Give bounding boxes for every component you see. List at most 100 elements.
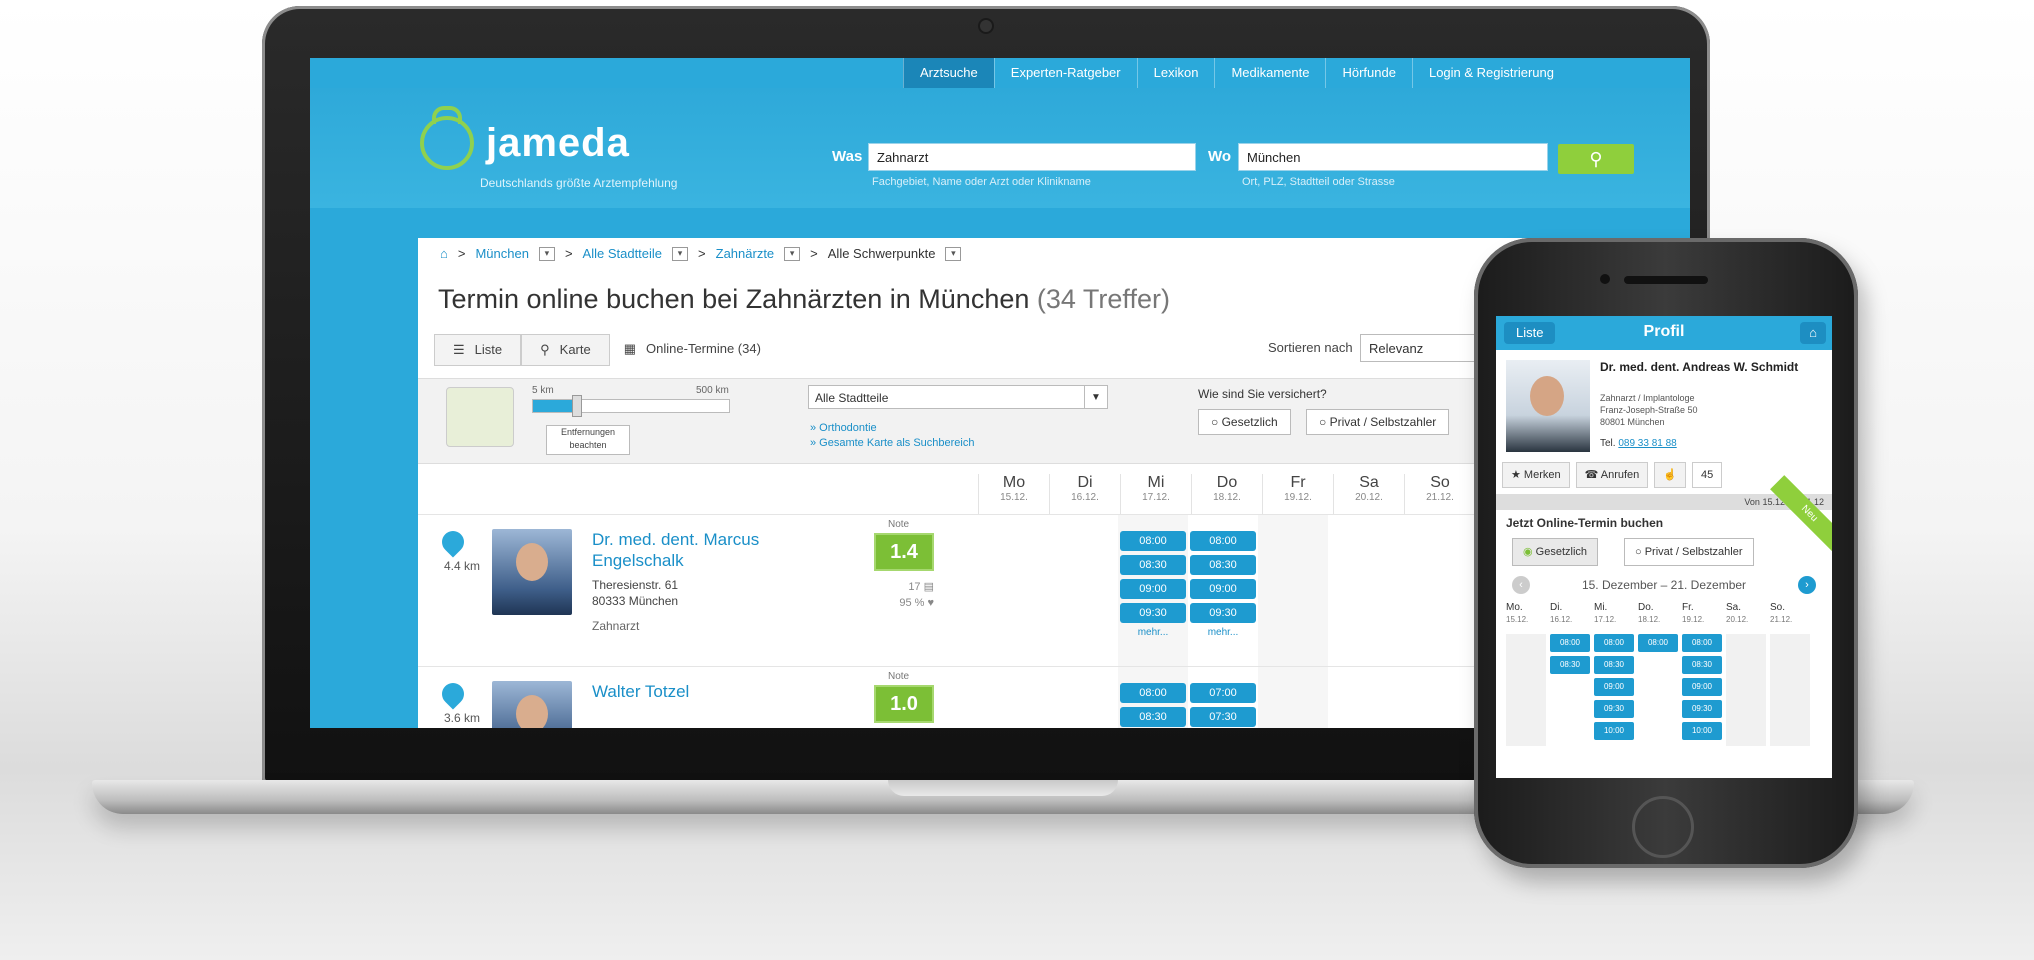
next-week-icon[interactable]: › xyxy=(1798,576,1816,594)
breadcrumb-specialty[interactable]: Zahnärzte xyxy=(716,246,775,261)
phone-time-slot[interactable]: 08:00 xyxy=(1682,634,1722,652)
phone-pkv-label: Privat / Selbstzahler xyxy=(1644,546,1743,558)
phone-time-slot[interactable]: 08:30 xyxy=(1594,656,1634,674)
time-slot-button[interactable]: 07:00 xyxy=(1190,683,1256,703)
phone-time-slot[interactable]: 09:30 xyxy=(1594,700,1634,718)
topnav-login[interactable]: Login & Registrierung xyxy=(1411,58,1570,88)
more-slots-link[interactable]: mehr... xyxy=(1120,627,1186,638)
doctor-photo[interactable] xyxy=(492,681,572,728)
radio-icon: ○ xyxy=(1635,546,1645,558)
phone-screen: Liste Profil ⌂ Dr. med. dent. Andreas W.… xyxy=(1496,316,1832,778)
filter-link-orthodontie[interactable]: » Orthodontie xyxy=(810,421,974,436)
distance-slider[interactable] xyxy=(532,395,730,417)
time-slot-button[interactable]: 08:00 xyxy=(1190,531,1256,551)
day-date: 15.12. xyxy=(1506,615,1529,624)
site-header: jameda Deutschlands größte Arztempfehlun… xyxy=(310,88,1690,208)
time-slot-button[interactable]: 09:30 xyxy=(1190,603,1256,623)
phone-time-slot[interactable]: 08:00 xyxy=(1550,634,1590,652)
chevron-down-icon[interactable]: ▾ xyxy=(672,246,689,261)
distance-slider-handle[interactable] xyxy=(572,395,583,417)
day-name: Do. xyxy=(1638,602,1654,613)
map-view-button[interactable]: ⚲ Karte xyxy=(521,334,610,366)
call-button[interactable]: ☎ Anrufen xyxy=(1575,462,1649,488)
phone-time-slot[interactable]: 10:00 xyxy=(1682,722,1722,740)
doctor-row: 4.4 km Dr. med. dent. Marcus Engelschalk T… xyxy=(418,514,1580,667)
grade-label: Note xyxy=(888,519,910,530)
calendar-icon: ▦ xyxy=(623,341,637,356)
time-slot-button[interactable]: 08:30 xyxy=(1120,707,1186,727)
phone-time-slot[interactable]: 08:30 xyxy=(1550,656,1590,674)
call-label: Anrufen xyxy=(1600,469,1640,481)
phone-time-slot[interactable]: 09:00 xyxy=(1594,678,1634,696)
filter-bar: 5 km 500 km Entfernungen beachten Alle S… xyxy=(418,378,1580,464)
topnav-lexikon[interactable]: Lexikon xyxy=(1136,58,1215,88)
day-date: 17.12. xyxy=(1142,492,1170,503)
more-slots-link[interactable]: mehr... xyxy=(1190,627,1256,638)
note-label: Merken xyxy=(1523,469,1561,481)
doctor-name-link[interactable]: Walter Totzel xyxy=(592,681,792,702)
phone-time-slot[interactable]: 08:30 xyxy=(1682,656,1722,674)
breadcrumb-district[interactable]: Alle Stadtteile xyxy=(583,246,663,261)
tel-link[interactable]: 089 33 81 88 xyxy=(1618,438,1676,449)
doctor-name-link[interactable]: Dr. med. dent. Marcus Engelschalk xyxy=(592,529,792,571)
review-stats: 17 ▤ 95 % ♥ xyxy=(894,579,934,611)
week-day-header: Mo 15.12. Di 16.12. Mi 17.12. Do 18.12. Fr 19.12.… xyxy=(978,474,1475,514)
map-pin-icon[interactable] xyxy=(437,526,469,558)
radio-icon: ○ xyxy=(1211,415,1222,429)
chevron-down-icon: ▼ xyxy=(1084,386,1107,408)
day-header-1: Di 16.12. xyxy=(1049,474,1120,514)
list-view-button[interactable]: ☰ Liste xyxy=(434,334,522,366)
time-slot-button[interactable]: 08:30 xyxy=(1190,555,1256,575)
wo-input[interactable]: München xyxy=(1238,143,1548,171)
doctor-address: Theresienstr. 61 80333 München xyxy=(592,577,678,609)
phone-time-slot[interactable]: 09:00 xyxy=(1682,678,1722,696)
time-slot-button[interactable]: 08:00 xyxy=(1120,683,1186,703)
map-pin-icon[interactable] xyxy=(437,678,469,710)
topnav-arztsuche[interactable]: Arztsuche xyxy=(902,58,994,88)
topnav-medikamente[interactable]: Medikamente xyxy=(1214,58,1325,88)
page-title: Termin online buchen bei Zahnärzten in M… xyxy=(438,284,1170,315)
note-button[interactable]: ★ Merken xyxy=(1502,462,1570,488)
chevron-down-icon[interactable]: ▾ xyxy=(784,246,801,261)
search-button[interactable]: ⚲ xyxy=(1558,144,1634,174)
phone-time-slot[interactable]: 08:00 xyxy=(1638,634,1678,652)
phone-gkv-option[interactable]: ◉ Gesetzlich xyxy=(1512,538,1599,566)
doctor-photo[interactable] xyxy=(492,529,572,615)
was-input[interactable]: Zahnarzt xyxy=(868,143,1196,171)
chevron-down-icon[interactable]: ▾ xyxy=(538,246,555,261)
phone-home-button[interactable] xyxy=(1632,796,1694,858)
district-select[interactable]: Alle Stadtteile ▼ xyxy=(808,385,1108,409)
time-slot-button[interactable]: 07:30 xyxy=(1190,707,1256,727)
time-slot-button[interactable]: 09:00 xyxy=(1120,579,1186,599)
home-icon[interactable]: ⌂ xyxy=(1800,322,1826,344)
doctor-phone: Tel. 089 33 81 88 xyxy=(1600,438,1677,449)
phone-time-slot[interactable]: 09:30 xyxy=(1682,700,1722,718)
day-date: 18.12. xyxy=(1213,492,1241,503)
time-slot-button[interactable]: 08:30 xyxy=(1120,555,1186,575)
jameda-logo[interactable]: jameda xyxy=(420,106,630,170)
day-date: 19.12. xyxy=(1284,492,1312,503)
insurance-gkv-option[interactable]: ○ Gesetzlich xyxy=(1198,409,1291,435)
phone-time-slot[interactable]: 08:00 xyxy=(1594,634,1634,652)
insurance-pkv-option[interactable]: ○ Privat / Selbstzahler xyxy=(1306,409,1450,435)
like-button[interactable]: ☝ xyxy=(1654,462,1686,488)
time-slot-button[interactable]: 09:30 xyxy=(1120,603,1186,623)
breadcrumb-city[interactable]: München xyxy=(475,246,528,261)
time-slot-button[interactable]: 09:00 xyxy=(1190,579,1256,599)
calendar-view-button[interactable]: ▦ Online-Termine (34) xyxy=(609,334,779,364)
map-label: Karte xyxy=(559,342,591,357)
chevron-down-icon[interactable]: ▾ xyxy=(945,246,962,261)
filter-link-map-area[interactable]: » Gesamte Karte als Suchbereich xyxy=(810,436,974,451)
topnav-hoerfunde[interactable]: Hörfunde xyxy=(1325,58,1411,88)
time-slot-button[interactable]: 08:00 xyxy=(1120,531,1186,551)
phone-day-header-0: Mo. 15.12. xyxy=(1506,602,1550,626)
wo-hint: Ort, PLZ, Stadtteil oder Strasse xyxy=(1242,176,1395,188)
home-icon[interactable]: ⌂ xyxy=(440,246,448,261)
mini-map[interactable] xyxy=(446,387,514,447)
phone-speaker xyxy=(1624,276,1708,284)
phone-time-slot[interactable]: 10:00 xyxy=(1594,722,1634,740)
phone-pkv-option[interactable]: ○ Privat / Selbstzahler xyxy=(1624,538,1754,566)
view-toggle: ☰ Liste ⚲ Karte ▦ Online-Termine (34) xyxy=(434,334,779,366)
day-date: 18.12. xyxy=(1638,615,1661,624)
topnav-ratgeber[interactable]: Experten-Ratgeber xyxy=(993,58,1137,88)
